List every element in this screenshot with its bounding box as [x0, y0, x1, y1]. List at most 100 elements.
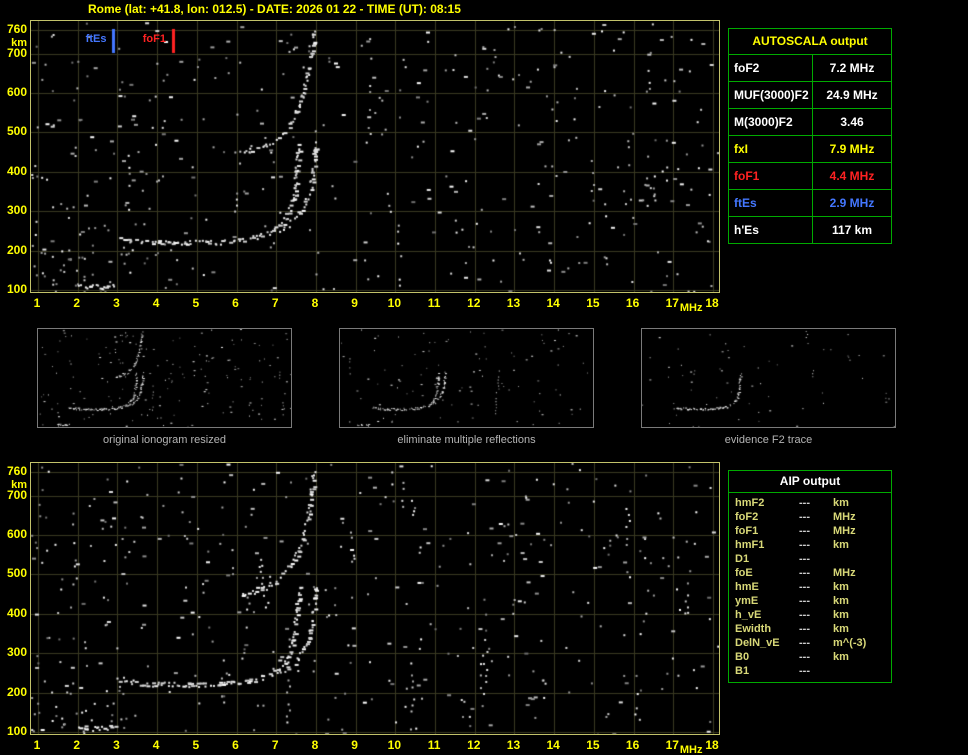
y-tick-bottom-400: 400	[6, 605, 27, 620]
y-tick-top-400: 400	[6, 163, 27, 178]
aip-row-h_vE: h_vE --- km	[729, 608, 891, 622]
aip-row-B1: B1 ---	[729, 664, 891, 678]
y-tick-top-500: 500	[6, 124, 27, 139]
x-tick-top-2: 2	[73, 296, 81, 310]
aip-param-value: ---	[799, 609, 810, 621]
aip-param-name: hmF2	[735, 497, 765, 509]
autoscala-row-MUF(3000)F2: MUF(3000)F2 24.9 MHz	[729, 82, 891, 109]
aip-table-header: AIP output	[729, 471, 891, 493]
y-tick-bottom-760: 760	[6, 464, 27, 479]
x-tick-bottom-8: 8	[311, 738, 319, 752]
thumb-evidence-f2	[641, 328, 896, 428]
y-axis-unit-top: km	[11, 37, 27, 50]
autoscala-param-value: 2.9 MHz	[829, 196, 875, 210]
thumb-original-ionogram	[37, 328, 292, 428]
aip-param-value: ---	[799, 497, 810, 509]
aip-param-unit: km	[833, 539, 849, 551]
y-tick-top-300: 300	[6, 203, 27, 218]
x-tick-top-9: 9	[351, 296, 358, 310]
x-tick-bottom-11: 11	[427, 738, 441, 752]
aip-param-value: ---	[799, 651, 810, 663]
aip-param-value: ---	[799, 553, 810, 565]
caption-original-ionogram: original ionogram resized	[103, 434, 226, 446]
y-tick-top-200: 200	[6, 242, 27, 257]
aip-param-name: foF2	[735, 511, 759, 523]
aip-param-value: ---	[799, 511, 810, 523]
legend-foF1: foF1	[142, 33, 166, 45]
aip-param-unit: km	[833, 609, 849, 621]
autoscala-row-fxI: fxI 7.9 MHz	[729, 136, 891, 163]
autoscala-row-foF1: foF1 4.4 MHz	[729, 163, 891, 190]
autoscala-row-ftEs: ftEs 2.9 MHz	[729, 190, 891, 217]
aip-param-name: foE	[735, 567, 753, 579]
aip-output-table: AIP output hmF2 --- km foF2 --- MHz foF1 --- MHz h…	[728, 470, 892, 683]
thumb-canvas-eliminate	[340, 329, 593, 427]
aip-param-value: ---	[799, 665, 810, 677]
aip-param-value: ---	[799, 567, 810, 579]
y-tick-bottom-300: 300	[6, 645, 27, 660]
x-tick-top-8: 8	[311, 296, 319, 310]
autoscala-param-label: MUF(3000)F2	[729, 82, 813, 108]
thumb-canvas-original	[38, 329, 291, 427]
x-tick-bottom-16: 16	[625, 738, 640, 752]
aip-row-foF1: foF1 --- MHz	[729, 524, 891, 538]
caption-evidence-f2: evidence F2 trace	[724, 434, 813, 446]
aip-param-name: B1	[735, 665, 750, 677]
y-tick-bottom-600: 600	[6, 527, 27, 542]
aip-param-name: h_vE	[735, 609, 762, 621]
autoscala-param-label: foF2	[729, 55, 813, 81]
x-tick-bottom-15: 15	[586, 738, 600, 752]
autoscala-param-value: 7.2 MHz	[829, 61, 875, 75]
y-tick-bottom-100: 100	[6, 724, 27, 739]
x-tick-top-5: 5	[192, 296, 200, 310]
aip-param-value: ---	[799, 539, 810, 551]
ionogram-plot-bottom	[30, 462, 720, 735]
autoscala-row-foF2: foF2 7.2 MHz	[729, 55, 891, 82]
x-tick-bottom-12: 12	[467, 738, 481, 752]
aip-param-unit: MHz	[833, 567, 856, 579]
aip-param-unit: km	[833, 595, 849, 607]
x-tick-top-4: 4	[152, 296, 160, 310]
aip-param-value: ---	[799, 595, 810, 607]
aip-param-name: hmF1	[735, 539, 765, 551]
ionogram-canvas-bottom	[30, 462, 720, 735]
aip-row-foE: foE --- MHz	[729, 566, 891, 580]
x-tick-top-7: 7	[271, 296, 279, 310]
y-axis-unit-bottom: km	[11, 479, 27, 492]
autoscala-param-label: fxI	[729, 136, 813, 162]
x-tick-bottom-6: 6	[232, 738, 239, 752]
x-tick-top-10: 10	[387, 296, 402, 310]
y-tick-top-760: 760	[6, 22, 27, 37]
x-tick-top-14: 14	[546, 296, 560, 310]
x-tick-bottom-9: 9	[351, 738, 358, 752]
ionogram-canvas-main	[30, 20, 720, 293]
legend-ftEs: ftEs	[85, 33, 107, 45]
aip-param-unit	[833, 552, 891, 566]
autoscala-param-value: 3.46	[840, 115, 864, 129]
x-tick-bottom-2: 2	[73, 738, 81, 752]
y-tick-top-100: 100	[6, 282, 27, 297]
aip-row-DelN_vE: DelN_vE --- m^(-3)	[729, 636, 891, 650]
autoscala-table-header: AUTOSCALA output	[729, 29, 891, 55]
autoscala-output-table: AUTOSCALA output foF2 7.2 MHz MUF(3000)F2 24…	[728, 28, 892, 244]
aip-param-unit: km	[833, 623, 849, 635]
x-tick-top-1: 1	[33, 296, 41, 310]
autoscala-param-label: foF1	[729, 163, 813, 189]
station-date-title: Rome (lat: +41.8, lon: 012.5) - DATE: 20…	[88, 2, 461, 16]
aip-param-name: B0	[735, 651, 750, 663]
autoscala-row-h'Es: h'Es 117 km	[729, 217, 891, 243]
aip-param-name: Ewidth	[735, 623, 772, 635]
aip-row-foF2: foF2 --- MHz	[729, 510, 891, 524]
x-tick-top-11: 11	[427, 296, 441, 310]
x-tick-bottom-10: 10	[387, 738, 402, 752]
aip-param-value: ---	[799, 623, 810, 635]
thumb-canvas-evidence	[642, 329, 895, 427]
caption-eliminate-reflections: eliminate multiple reflections	[397, 434, 536, 446]
aip-row-D1: D1 ---	[729, 552, 891, 566]
x-tick-top-16: 16	[625, 296, 640, 310]
autoscala-param-value: 4.4 MHz	[829, 169, 875, 183]
y-tick-top-600: 600	[6, 85, 27, 100]
aip-param-name: foF1	[735, 525, 759, 537]
aip-param-unit: km	[833, 581, 849, 593]
aip-row-ymE: ymE --- km	[729, 594, 891, 608]
